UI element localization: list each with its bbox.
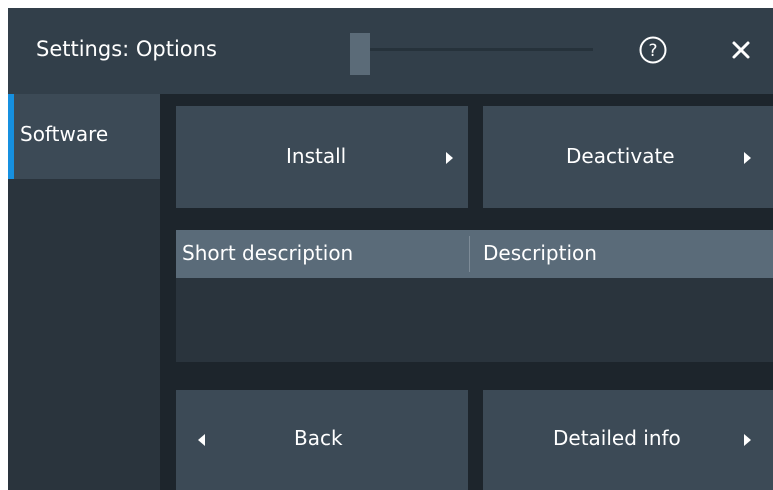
back-button[interactable]: Back [176,390,468,490]
options-content: Install Deactivate Short description Des… [176,106,773,490]
dialog-titlebar: Settings: Options ? [8,8,773,94]
close-icon [732,41,750,59]
sidebar-item-software[interactable]: Software [8,94,160,179]
back-label: Back [294,426,343,450]
help-button[interactable]: ? [638,35,668,65]
sidebar: Software [8,94,163,490]
deactivate-label: Deactivate [566,144,675,168]
close-button[interactable] [724,32,758,68]
detailed-info-label: Detailed info [553,426,681,450]
detailed-info-button[interactable]: Detailed info [483,390,773,490]
column-divider[interactable] [469,236,470,272]
install-label: Install [286,144,347,168]
sidebar-item-label: Software [20,122,109,146]
help-circle-icon: ? [639,36,667,64]
caret-left-icon [198,434,205,446]
selected-indicator [8,94,14,179]
dialog-slider-track[interactable] [353,48,593,51]
caret-right-icon [744,434,751,446]
deactivate-button[interactable]: Deactivate [483,106,773,208]
options-table-body[interactable] [176,278,773,362]
caret-right-icon [446,152,453,164]
column-short-description[interactable]: Short description [182,241,353,265]
dialog-title: Settings: Options [36,37,217,61]
caret-right-icon [744,152,751,164]
dialog-slider-handle[interactable] [350,33,370,75]
help-glyph: ? [648,41,657,61]
column-description[interactable]: Description [483,241,597,265]
options-table-header: Short description Description [176,230,773,278]
install-button[interactable]: Install [176,106,468,208]
options-dialog: Settings: Options ? Software Install Dea… [8,8,773,490]
